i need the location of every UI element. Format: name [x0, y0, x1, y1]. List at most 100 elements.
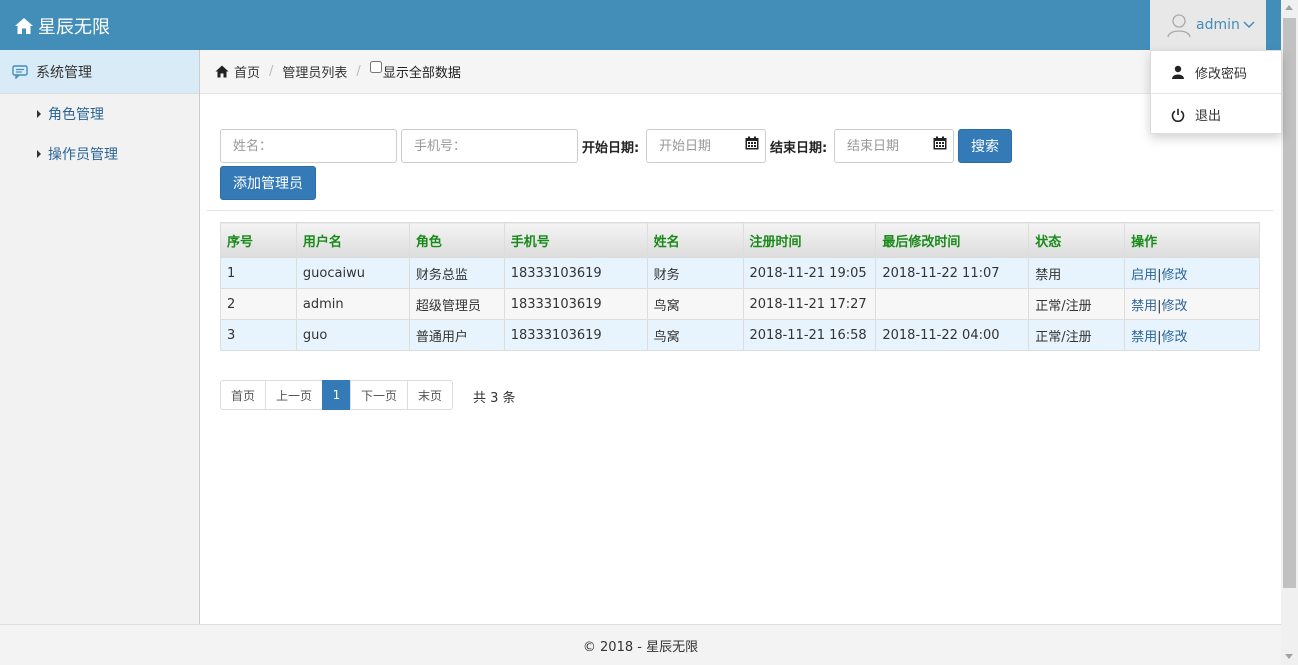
- scrollbar-thumb[interactable]: [1283, 18, 1296, 588]
- end-date-label: 结束日期:: [770, 141, 828, 156]
- search-button[interactable]: 搜索: [958, 129, 1012, 163]
- show-all-checkbox[interactable]: [369, 60, 382, 73]
- logout-item[interactable]: 退出: [1151, 93, 1281, 135]
- sidebar-item-roles[interactable]: 角色管理: [0, 94, 199, 134]
- scroll-down-arrow[interactable]: [1285, 654, 1293, 659]
- footer-text: © 2018 - 星辰无限: [582, 639, 699, 655]
- column-header[interactable]: 角色: [408, 222, 505, 258]
- pagination: 首页 上一页 1 下一页 末页: [220, 380, 453, 410]
- column-header[interactable]: 注册时间: [742, 222, 877, 258]
- cell-created: 2018-11-21 19:05: [742, 257, 877, 289]
- column-header[interactable]: 序号: [220, 222, 297, 258]
- cell-name: 财务: [646, 257, 744, 289]
- calendar-icon[interactable]: [933, 136, 947, 150]
- caret-right-icon: [37, 150, 41, 158]
- sidebar-item-operators[interactable]: 操作员管理: [0, 134, 199, 174]
- phone-input[interactable]: [401, 129, 578, 163]
- column-header[interactable]: 操作: [1124, 222, 1260, 258]
- cell-username: guocaiwu: [295, 257, 410, 289]
- enable-link[interactable]: 启用: [1131, 268, 1157, 283]
- sidebar-section-label: 系统管理: [36, 64, 92, 81]
- edit-link[interactable]: 修改: [1161, 330, 1187, 345]
- breadcrumb-home[interactable]: 首页: [234, 62, 260, 81]
- breadcrumb-separator: /: [269, 64, 274, 79]
- add-admin-button[interactable]: 添加管理员: [220, 166, 316, 200]
- table-header-row: 序号 用户名 角色 手机号 姓名 注册时间 最后修改时间 状态 操作: [220, 222, 1260, 258]
- cell-username: admin: [295, 288, 410, 320]
- edit-link[interactable]: 修改: [1161, 299, 1187, 314]
- top-navbar: 星辰无限 admin: [0, 0, 1281, 50]
- user-name: admin: [1196, 17, 1240, 33]
- cell-no: 3: [220, 319, 297, 351]
- divider: [206, 210, 1274, 211]
- cell-actions: 禁用|修改: [1124, 319, 1260, 351]
- sidebar-item-label: 角色管理: [48, 107, 104, 123]
- brand-title: 星辰无限: [38, 17, 110, 38]
- breadcrumb-current: 管理员列表: [282, 66, 348, 81]
- cell-status: 正常/注册: [1028, 288, 1126, 320]
- admin-table: 序号 用户名 角色 手机号 姓名 注册时间 最后修改时间 状态 操作 1 guo…: [220, 222, 1260, 351]
- cell-created: 2018-11-21 17:27: [742, 288, 877, 320]
- home-icon: [15, 18, 33, 34]
- page-first[interactable]: 首页: [220, 380, 266, 410]
- home-icon: [215, 65, 229, 78]
- calendar-icon[interactable]: [745, 136, 759, 150]
- sidebar: 系统管理 角色管理 操作员管理: [0, 50, 200, 624]
- breadcrumb: 首页 / 管理员列表 / 显示全部数据: [200, 50, 1281, 94]
- edit-link[interactable]: 修改: [1161, 268, 1187, 283]
- column-header[interactable]: 用户名: [295, 222, 410, 258]
- caret-right-icon: [37, 110, 41, 118]
- chevron-down-icon: [1243, 21, 1255, 29]
- column-header[interactable]: 姓名: [646, 222, 744, 258]
- column-header[interactable]: 状态: [1028, 222, 1126, 258]
- footer: © 2018 - 星辰无限: [0, 624, 1281, 665]
- table-row: 1 guocaiwu 财务总监 18333103619 财务 2018-11-2…: [220, 257, 1260, 289]
- scroll-up-arrow[interactable]: [1285, 5, 1293, 10]
- column-header[interactable]: 手机号: [503, 222, 648, 258]
- start-date-label: 开始日期:: [582, 141, 640, 156]
- cell-no: 2: [220, 288, 297, 320]
- cell-phone: 18333103619: [503, 319, 648, 351]
- total-count: 共 3 条: [473, 391, 516, 406]
- user-icon: [1172, 65, 1184, 79]
- sidebar-item-label: 操作员管理: [48, 147, 118, 163]
- sidebar-section-system[interactable]: 系统管理: [0, 50, 199, 94]
- cell-modified: 2018-11-22 04:00: [875, 319, 1030, 351]
- show-all-label[interactable]: 显示全部数据: [383, 62, 461, 81]
- cell-username: guo: [295, 319, 410, 351]
- logout-label: 退出: [1195, 109, 1222, 124]
- brand[interactable]: 星辰无限: [14, 13, 110, 39]
- cell-modified: 2018-11-22 11:07: [875, 257, 1030, 289]
- cell-name: 鸟窝: [646, 288, 744, 320]
- cell-role: 普通用户: [408, 319, 505, 351]
- disable-link[interactable]: 禁用: [1131, 330, 1157, 345]
- page-next[interactable]: 下一页: [350, 380, 408, 410]
- cell-role: 财务总监: [408, 257, 505, 289]
- cell-name: 鸟窝: [646, 319, 744, 351]
- cell-actions: 启用|修改: [1124, 257, 1260, 289]
- column-header[interactable]: 最后修改时间: [875, 222, 1030, 258]
- cell-no: 1: [220, 257, 297, 289]
- table-row: 3 guo 普通用户 18333103619 鸟窝 2018-11-21 16:…: [220, 319, 1260, 351]
- comment-icon: [12, 64, 28, 79]
- disable-link[interactable]: 禁用: [1131, 299, 1157, 314]
- name-input[interactable]: [220, 129, 397, 163]
- cell-role: 超级管理员: [408, 288, 505, 320]
- page-last[interactable]: 末页: [407, 380, 453, 410]
- table-row: 2 admin 超级管理员 18333103619 鸟窝 2018-11-21 …: [220, 288, 1260, 320]
- cell-actions: 禁用|修改: [1124, 288, 1260, 320]
- cell-status: 禁用: [1028, 257, 1126, 289]
- change-password-item[interactable]: 修改密码: [1151, 51, 1281, 93]
- cell-phone: 18333103619: [503, 288, 648, 320]
- user-avatar-icon: [1167, 14, 1191, 38]
- page-current[interactable]: 1: [322, 380, 351, 410]
- cell-modified: [875, 288, 1030, 320]
- user-dropdown: 修改密码 退出: [1150, 50, 1282, 134]
- cell-status: 正常/注册: [1028, 319, 1126, 351]
- page-prev[interactable]: 上一页: [265, 380, 323, 410]
- cell-phone: 18333103619: [503, 257, 648, 289]
- change-password-label: 修改密码: [1195, 66, 1248, 82]
- breadcrumb-separator: /: [356, 64, 361, 79]
- cell-created: 2018-11-21 16:58: [742, 319, 877, 351]
- user-menu-toggle[interactable]: admin: [1150, 0, 1266, 50]
